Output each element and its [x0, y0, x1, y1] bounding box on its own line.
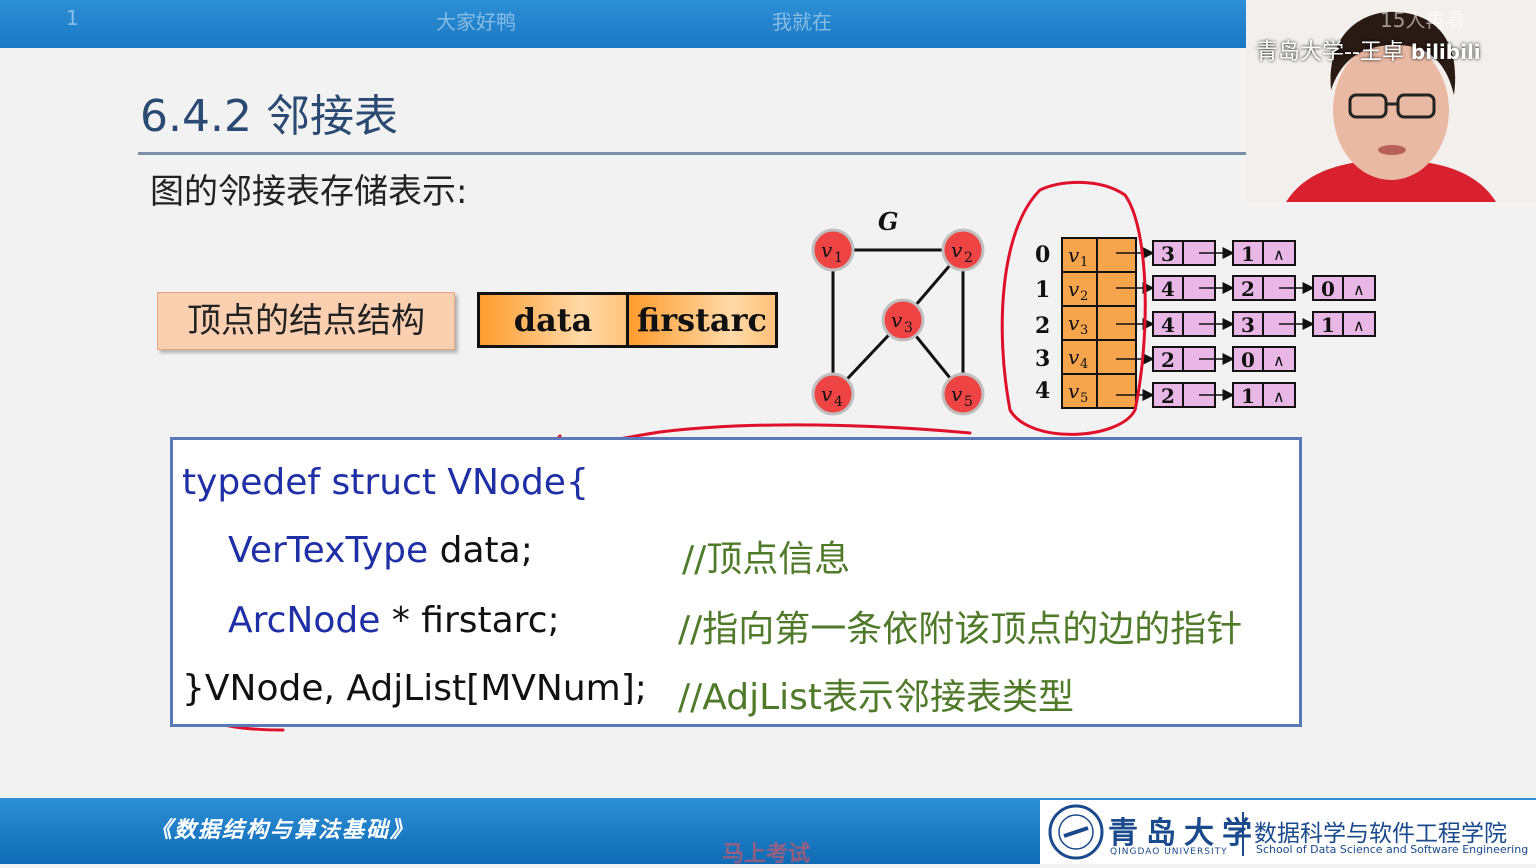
adj-arc-index: 1 [1241, 242, 1255, 266]
adj-null-symbol: ∧ [1273, 387, 1285, 406]
adj-index: 3 [1035, 346, 1050, 372]
svg-text:v: v [951, 238, 963, 262]
logo-divider [1242, 812, 1244, 856]
adj-arc-index: 0 [1321, 277, 1335, 301]
adj-arc-node: 4 [1152, 311, 1235, 337]
adj-arc-index: 2 [1161, 348, 1175, 372]
graph-name: G [878, 207, 899, 236]
adj-arc-node: 2 [1152, 382, 1235, 408]
graph-vertex-v1: v 1 [811, 228, 855, 272]
graph-vertex-v4: v 4 [811, 372, 855, 416]
code-type: VerTexType [228, 530, 429, 571]
university-name: 青岛大学 [1108, 816, 1260, 851]
svg-text:v: v [821, 382, 833, 406]
graph-vertex-v5: v 5 [941, 372, 985, 416]
adj-arc-index: 1 [1321, 313, 1335, 337]
adj-null-symbol: ∧ [1273, 245, 1285, 264]
svg-text:v: v [891, 308, 903, 332]
svg-text:v: v [821, 238, 833, 262]
adj-arc-chains: 3 1 ∧4 2 0 ∧4 3 1 ∧2 0 ∧2 1 ∧ [1116, 240, 1376, 408]
svg-text:1: 1 [1080, 255, 1088, 270]
adj-arc-node: 0 ∧ [1312, 275, 1376, 301]
course-name: 《数据结构与算法基础》 [150, 817, 415, 843]
adj-index: 0 [1035, 242, 1050, 268]
code-comment-3: //AdjList表示邻接表类型 [678, 677, 1075, 718]
code-comment-1: //顶点信息 [682, 539, 851, 580]
graph-vertex-v3: v 3 [881, 298, 925, 342]
svg-text:5: 5 [964, 394, 973, 410]
adj-arc-node: 4 [1152, 275, 1235, 301]
webcam-caption: 青岛大学--王卓 bilibili [1256, 40, 1481, 65]
svg-text:2: 2 [1080, 289, 1088, 304]
svg-text:v: v [1068, 379, 1080, 403]
svg-text:v: v [1068, 345, 1080, 369]
adj-null-symbol: ∧ [1273, 351, 1285, 370]
adj-arc-node: 1 ∧ [1232, 382, 1296, 408]
adj-arc-node: 2 [1152, 346, 1235, 372]
svg-text:v: v [1068, 277, 1080, 301]
adj-index: 1 [1035, 277, 1050, 303]
svg-text:v: v [951, 382, 963, 406]
svg-text:1: 1 [834, 250, 843, 266]
adj-arc-node: 0 ∧ [1232, 346, 1296, 372]
code-line-1: typedef struct VNode{ [182, 462, 589, 503]
code-var: * firstarc; [380, 600, 560, 641]
svg-text:3: 3 [904, 320, 913, 336]
adj-arc-index: 3 [1241, 313, 1255, 337]
svg-text:v: v [1068, 243, 1080, 267]
adj-arc-index: 2 [1161, 384, 1175, 408]
university-seal-icon [1048, 804, 1104, 860]
svg-text:3: 3 [1080, 323, 1088, 338]
adj-arc-index: 1 [1241, 384, 1255, 408]
code-line-4: }VNode, AdjList[MVNum]; [182, 668, 647, 709]
adj-null-symbol: ∧ [1353, 316, 1365, 335]
svg-text:4: 4 [1080, 357, 1088, 372]
adj-null-symbol: ∧ [1353, 280, 1365, 299]
adj-arc-node: 3 [1232, 311, 1315, 337]
adj-arc-index: 2 [1241, 277, 1255, 301]
adj-arc-node: 1 ∧ [1232, 240, 1296, 266]
code-type: ArcNode [228, 600, 381, 641]
svg-text:4: 4 [834, 394, 843, 410]
adj-arc-node: 1 ∧ [1312, 311, 1376, 337]
adj-index: 2 [1035, 313, 1050, 339]
bilibili-logo: bilibili [1410, 40, 1481, 64]
viewer-count: 15人再看 [1380, 8, 1466, 32]
adj-arc-index: 3 [1161, 242, 1175, 266]
adj-index: 4 [1035, 378, 1050, 404]
svg-text:v: v [1068, 311, 1080, 335]
code-var: data; [428, 530, 533, 571]
adj-arc-node: 2 [1232, 275, 1315, 301]
code-comment-2: //指向第一条依附该顶点的边的指针 [678, 609, 1243, 650]
danmaku-exam: 马上考试 [722, 842, 811, 867]
university-name-en: QINGDAO UNIVERSITY [1110, 847, 1228, 857]
adj-index-column: 0 1 2 3 4 [1035, 242, 1050, 404]
adj-arc-index: 4 [1161, 277, 1175, 301]
code-line-3: ArcNode * firstarc; [228, 600, 560, 641]
svg-text:5: 5 [1080, 391, 1088, 406]
graph-vertex-v2: v 2 [941, 228, 985, 272]
adj-arc-node: 3 [1152, 240, 1235, 266]
adj-arc-index: 4 [1161, 313, 1175, 337]
code-line-2: VerTexType data; [228, 530, 533, 571]
adj-arc-index: 0 [1241, 348, 1255, 372]
svg-text:2: 2 [964, 250, 973, 266]
school-name-en: School of Data Science and Software Engi… [1256, 843, 1529, 856]
